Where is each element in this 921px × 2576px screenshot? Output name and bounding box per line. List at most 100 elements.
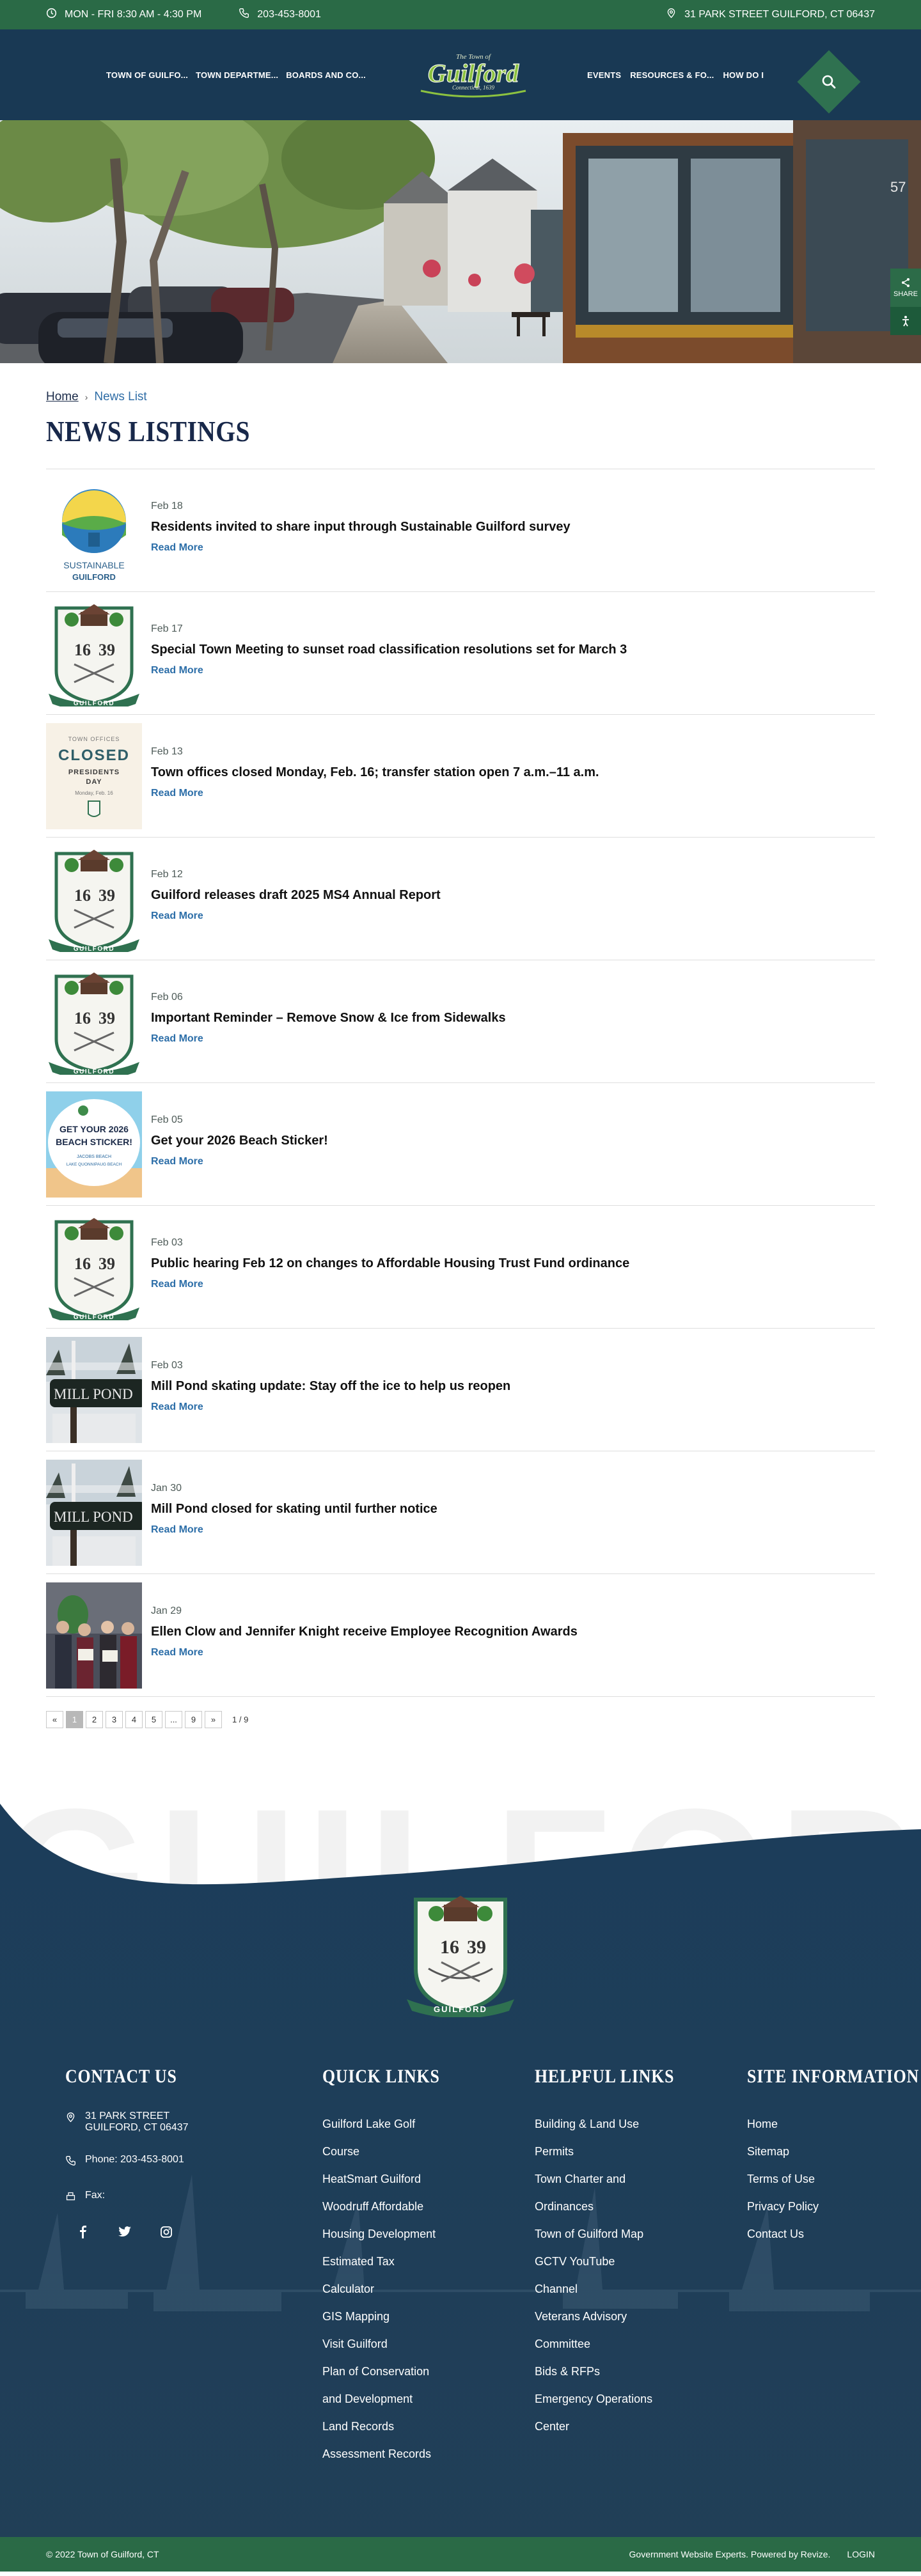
read-more-link[interactable]: Read More [151, 1647, 203, 1659]
nav-town-of-guilford[interactable]: TOWN OF GUILFO... [106, 70, 188, 80]
site-info-link[interactable]: Privacy Policy [747, 2193, 921, 2221]
read-more-link[interactable]: Read More [151, 910, 203, 922]
helpful-link[interactable]: Veterans Advisory [535, 2303, 697, 2330]
news-thumbnail-sustainable[interactable]: SUSTAINABLE GUILFORD [46, 477, 142, 584]
quick-link[interactable]: Housing Development [322, 2221, 459, 2248]
news-thumbnail-closed[interactable]: TOWN OFFICES CLOSED PRESIDENTS DAY Monda… [46, 722, 142, 829]
accessibility-button[interactable] [890, 307, 921, 335]
read-more-link[interactable]: Read More [151, 665, 203, 676]
quick-link[interactable]: Land Records [322, 2413, 459, 2440]
news-title[interactable]: Guilford releases draft 2025 MS4 Annual … [151, 888, 441, 903]
news-title[interactable]: Mill Pond skating update: Stay off the i… [151, 1379, 510, 1394]
news-title[interactable]: Town offices closed Monday, Feb. 16; tra… [151, 765, 599, 780]
pagination-page-button[interactable]: 2 [86, 1711, 103, 1728]
news-thumbnail-seal[interactable]: 16 39 GUILFORD [46, 600, 142, 706]
pagination-next-button[interactable]: » [205, 1711, 222, 1728]
site-info-link[interactable]: Contact Us [747, 2221, 921, 2248]
news-title[interactable]: Residents invited to share input through… [151, 520, 571, 535]
site-info-link[interactable]: Sitemap [747, 2138, 921, 2166]
news-thumbnail-millpond[interactable]: MILL POND [46, 1336, 142, 1443]
quick-link[interactable]: GIS Mapping [322, 2303, 459, 2330]
news-item[interactable]: MILL POND Feb 03 Mill Pond skating update… [46, 1329, 875, 1451]
news-thumbnail-people[interactable] [46, 1582, 142, 1689]
news-thumbnail-seal[interactable]: 16 39 GUILFORD [46, 1214, 142, 1320]
share-rail[interactable]: SHARE [890, 269, 921, 335]
helpful-link[interactable]: Permits [535, 2138, 697, 2166]
nav-resources-and-forms[interactable]: RESOURCES & FO... [630, 70, 714, 80]
nav-events[interactable]: EVENTS [587, 70, 621, 80]
search-button[interactable] [797, 50, 861, 114]
news-thumbnail-millpond[interactable]: MILL POND [46, 1459, 142, 1566]
news-item[interactable]: Jan 29 Ellen Clow and Jennifer Knight rec… [46, 1574, 875, 1697]
read-more-link[interactable]: Read More [151, 1156, 203, 1167]
footer-phone[interactable]: Phone: 203-453-8001 [65, 2154, 195, 2169]
helpful-link[interactable]: Town Charter and [535, 2166, 697, 2193]
facebook-icon[interactable] [77, 2226, 90, 2242]
read-more-link[interactable]: Read More [151, 1401, 203, 1413]
news-item[interactable]: 16 39 GUILFORD Feb 17 Special Town Meeting… [46, 592, 875, 715]
news-item[interactable]: 16 39 GUILFORD Feb 12 Guilford releases dr… [46, 838, 875, 960]
news-item[interactable]: SUSTAINABLE GUILFORD Feb 18 Residents invi… [46, 469, 875, 592]
helpful-link[interactable]: Center [535, 2413, 697, 2440]
quick-link[interactable]: and Development [322, 2385, 459, 2413]
nav-how-do-i[interactable]: HOW DO I [723, 70, 764, 80]
instagram-icon[interactable] [160, 2226, 173, 2242]
news-title[interactable]: Important Reminder – Remove Snow & Ice f… [151, 1011, 506, 1026]
news-item[interactable]: 16 39 GUILFORD Feb 03 Public hearing Feb 1… [46, 1206, 875, 1329]
news-title[interactable]: Mill Pond closed for skating until furth… [151, 1502, 437, 1517]
news-title[interactable]: Special Town Meeting to sunset road clas… [151, 643, 627, 657]
quick-link[interactable]: Woodruff Affordable [322, 2193, 459, 2221]
read-more-link[interactable]: Read More [151, 788, 203, 799]
quick-link[interactable]: Estimated Tax [322, 2248, 459, 2275]
pagination-page-button[interactable]: 9 [185, 1711, 202, 1728]
helpful-link[interactable]: Committee [535, 2330, 697, 2358]
quick-link[interactable]: Course [322, 2138, 459, 2166]
read-more-link[interactable]: Read More [151, 1524, 203, 1536]
news-thumbnail-seal[interactable]: 16 39 GUILFORD [46, 845, 142, 952]
helpful-link[interactable]: Channel [535, 2275, 697, 2303]
helpful-link[interactable]: Town of Guilford Map [535, 2221, 697, 2248]
news-title[interactable]: Get your 2026 Beach Sticker! [151, 1134, 328, 1148]
powered-by-link[interactable]: Government Website Experts. Powered by R… [629, 2549, 831, 2559]
breadcrumb-home-link[interactable]: Home [46, 390, 79, 404]
pagination-page-button[interactable]: 3 [106, 1711, 123, 1728]
phone-link[interactable]: 203-453-8001 [239, 8, 321, 22]
site-info-link[interactable]: Home [747, 2111, 921, 2138]
nav-boards-and-commissions[interactable]: BOARDS AND CO... [286, 70, 366, 80]
helpful-link[interactable]: Ordinances [535, 2193, 697, 2221]
twitter-icon[interactable] [118, 2226, 132, 2242]
footer-address[interactable]: 31 PARK STREET GUILFORD, CT 06437 [65, 2111, 195, 2134]
news-thumbnail-seal[interactable]: 16 39 GUILFORD [46, 968, 142, 1075]
news-item[interactable]: TOWN OFFICES CLOSED PRESIDENTS DAY Monda… [46, 715, 875, 838]
read-more-link[interactable]: Read More [151, 1279, 203, 1290]
nav-town-departments[interactable]: TOWN DEPARTME... [196, 70, 278, 80]
news-item[interactable]: 16 39 GUILFORD Feb 06 Important Reminder –… [46, 960, 875, 1083]
helpful-link[interactable]: GCTV YouTube [535, 2248, 697, 2275]
news-title[interactable]: Ellen Clow and Jennifer Knight receive E… [151, 1625, 578, 1639]
news-thumbnail-beach[interactable]: GET YOUR 2026 BEACH STICKER! JACOBS BEAC… [46, 1091, 142, 1198]
site-info-link[interactable]: Terms of Use [747, 2166, 921, 2193]
quick-link[interactable]: Calculator [322, 2275, 459, 2303]
pagination-page-button[interactable]: 4 [125, 1711, 143, 1728]
news-title[interactable]: Public hearing Feb 12 on changes to Affo… [151, 1256, 629, 1271]
address-link[interactable]: 31 PARK STREET GUILFORD, CT 06437 [666, 8, 875, 22]
helpful-link[interactable]: Building & Land Use [535, 2111, 697, 2138]
login-link[interactable]: LOGIN [847, 2549, 875, 2559]
quick-link[interactable]: Visit Guilford [322, 2330, 459, 2358]
read-more-link[interactable]: Read More [151, 1033, 203, 1045]
helpful-link[interactable]: Emergency Operations [535, 2385, 697, 2413]
news-item[interactable]: GET YOUR 2026 BEACH STICKER! JACOBS BEAC… [46, 1083, 875, 1206]
share-button[interactable]: SHARE [890, 269, 921, 307]
pagination-page-button[interactable]: 1 [66, 1711, 83, 1728]
quick-link[interactable]: Assessment Records [322, 2440, 459, 2468]
pagination-page-button[interactable]: ... [165, 1711, 182, 1728]
helpful-link[interactable]: Bids & RFPs [535, 2358, 697, 2385]
quick-link[interactable]: Guilford Lake Golf [322, 2111, 459, 2138]
pagination-page-button[interactable]: 5 [145, 1711, 162, 1728]
quick-link[interactable]: HeatSmart Guilford [322, 2166, 459, 2193]
quick-link[interactable]: Plan of Conservation [322, 2358, 459, 2385]
site-logo[interactable]: The Town of Guilford Connecticut, 1639 [417, 50, 530, 100]
news-item[interactable]: MILL POND Jan 30 Mill Pond closed for ska… [46, 1451, 875, 1574]
read-more-link[interactable]: Read More [151, 542, 203, 554]
pagination-prev-button[interactable]: « [46, 1711, 63, 1728]
